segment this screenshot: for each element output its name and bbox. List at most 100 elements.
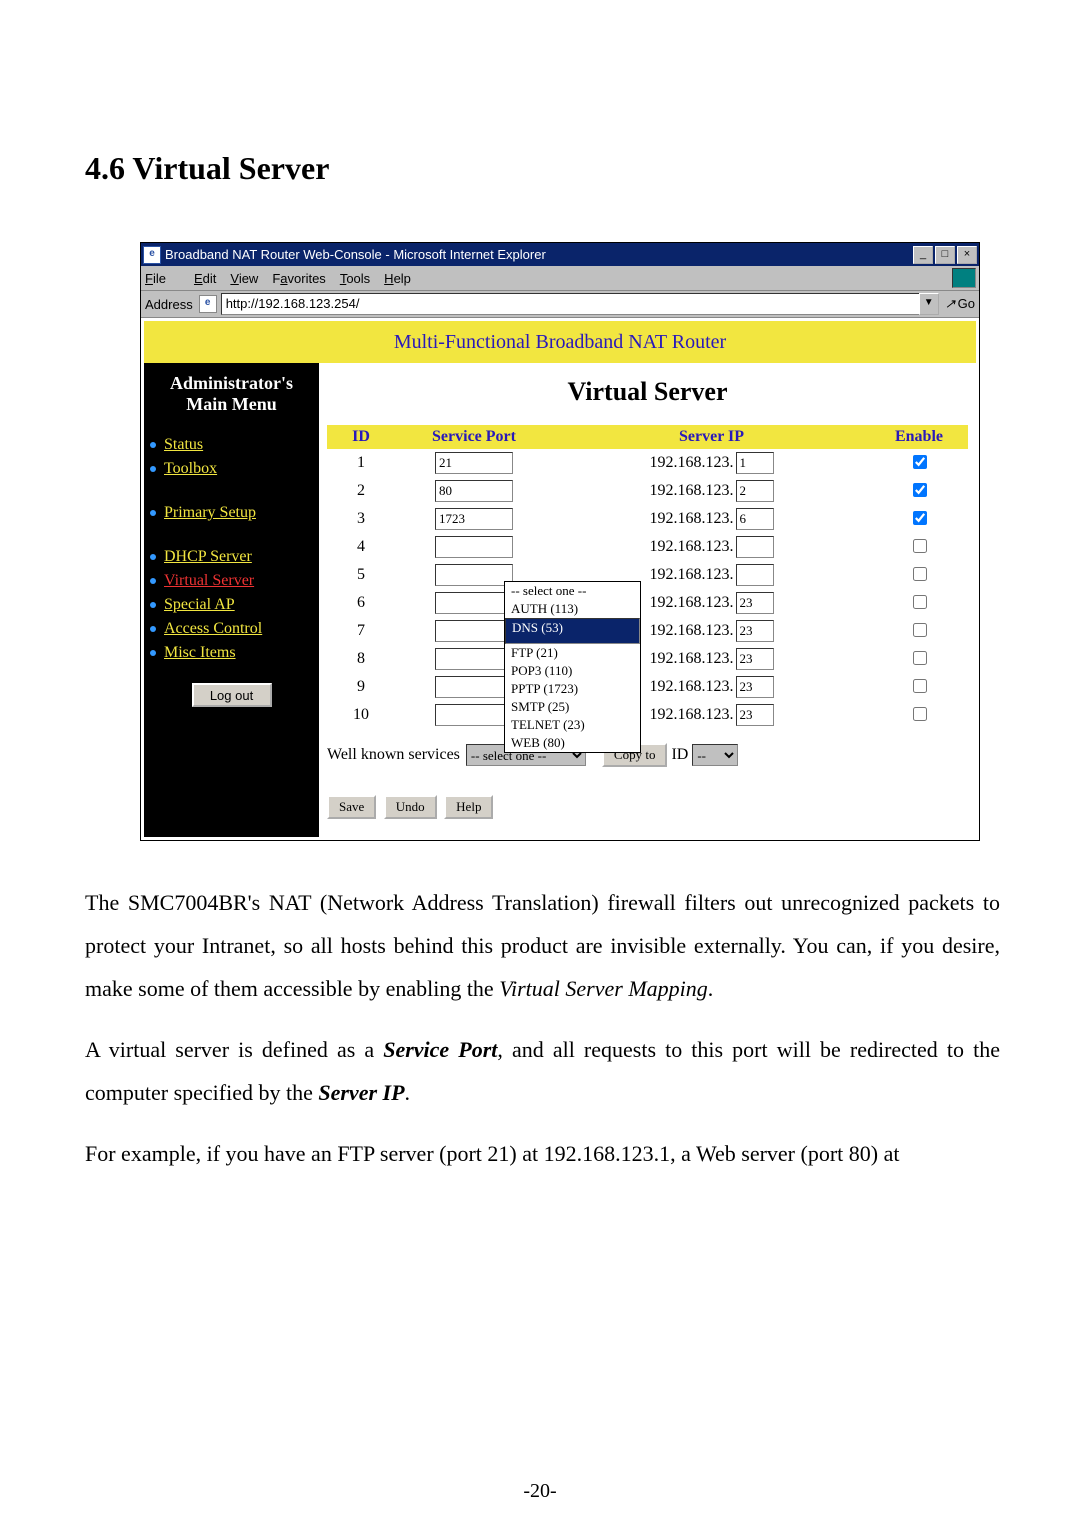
enable-checkbox[interactable] [913,511,927,525]
ip-prefix: 192.168.123. [650,538,734,556]
sidebar-item-access-control[interactable]: Access Control [150,617,319,641]
service-port-input[interactable] [435,564,513,586]
enable-checkbox[interactable] [913,595,927,609]
sidebar-item-misc[interactable]: Misc Items [150,641,319,665]
ip-prefix: 192.168.123. [650,454,734,472]
menu-help[interactable]: Help [384,271,411,286]
router-banner: Multi-Functional Broadband NAT Router [144,321,976,363]
server-ip-last-octet[interactable] [736,620,774,642]
address-dropdown-button[interactable]: ▼ [919,293,939,315]
page-number: -20- [0,1480,1080,1503]
ip-prefix: 192.168.123. [650,566,734,584]
server-ip-last-octet[interactable] [736,564,774,586]
enable-checkbox[interactable] [913,679,927,693]
address-input[interactable]: http://192.168.123.254/ [221,293,920,315]
table-row: 6192.168.123. [327,589,968,617]
page-icon: e [199,295,217,313]
sidebar-item-dhcp[interactable]: DHCP Server [150,545,319,569]
menu-edit[interactable]: Edit [194,271,216,286]
sidebar-item-status[interactable]: Status [150,433,319,457]
well-known-option[interactable]: SMTP (25) [505,698,640,716]
body-para-2: A virtual server is defined as a Service… [85,1028,1000,1114]
menu-favorites[interactable]: Favorites [272,271,325,286]
menu-tools[interactable]: Tools [340,271,370,286]
enable-checkbox[interactable] [913,539,927,553]
table-row: 2192.168.123. [327,477,968,505]
enable-checkbox[interactable] [913,455,927,469]
page-content: Multi-Functional Broadband NAT Router Ad… [141,318,979,840]
go-button[interactable]: Go [945,296,975,312]
ip-prefix: 192.168.123. [650,650,734,668]
well-known-option[interactable]: POP3 (110) [505,662,640,680]
close-button[interactable]: × [957,246,977,264]
service-port-input[interactable] [435,452,513,474]
table-row: 9192.168.123. [327,673,968,701]
cell-id: 10 [327,701,395,729]
undo-button[interactable]: Undo [384,795,437,819]
server-ip-last-octet[interactable] [736,676,774,698]
sidebar-item-primary-setup[interactable]: Primary Setup [150,501,319,525]
body-para-1: The SMC7004BR's NAT (Network Address Tra… [85,881,1000,1010]
copy-to-id-select[interactable]: -- [692,744,738,766]
menu-file[interactable]: File [145,271,180,286]
table-row: 8 192.168.123. [327,645,968,673]
service-port-input[interactable] [435,620,513,642]
menu-view[interactable]: View [230,271,258,286]
enable-checkbox[interactable] [913,707,927,721]
ip-prefix: 192.168.123. [650,594,734,612]
cell-id: 4 [327,533,395,561]
well-known-label: Well known services [327,746,460,764]
id-label: ID [671,746,688,764]
col-port: Service Port [395,425,553,449]
sidebar-item-toolbox[interactable]: Toolbox [150,457,319,481]
server-ip-last-octet[interactable] [736,536,774,558]
sidebar-item-special-ap[interactable]: Special AP [150,593,319,617]
service-port-input[interactable] [435,536,513,558]
well-known-option[interactable]: DNS (53) [505,618,640,644]
sidebar-item-virtual-server[interactable]: Virtual Server [150,569,319,593]
enable-checkbox[interactable] [913,567,927,581]
well-known-option[interactable]: TELNET (23) [505,716,640,734]
help-button[interactable]: Help [444,795,493,819]
logout-button[interactable]: Log out [192,683,272,707]
service-port-input[interactable] [435,648,513,670]
well-known-option[interactable]: WEB (80) [505,734,640,752]
well-known-services-list[interactable]: -- select one --AUTH (113)DNS (53)FTP (2… [504,581,641,753]
cell-id: 8 [327,645,395,673]
minimize-button[interactable]: _ [913,246,933,264]
page-title: Virtual Server [327,377,968,407]
enable-checkbox[interactable] [913,483,927,497]
menu-bar: File Edit View Favorites Tools Help [141,266,979,291]
service-port-input[interactable] [435,592,513,614]
well-known-option[interactable]: AUTH (113) [505,600,640,618]
server-ip-last-octet[interactable] [736,592,774,614]
service-port-input[interactable] [435,508,513,530]
service-port-input[interactable] [435,676,513,698]
server-ip-last-octet[interactable] [736,480,774,502]
server-ip-last-octet[interactable] [736,704,774,726]
sidebar-header: Administrator'sMain Menu [144,363,319,433]
service-port-input[interactable] [435,704,513,726]
table-row: 7192.168.123. [327,617,968,645]
enable-checkbox[interactable] [913,623,927,637]
well-known-option[interactable]: PPTP (1723) [505,680,640,698]
address-bar: Address e http://192.168.123.254/ ▼ Go [141,291,979,318]
ie-icon: e [143,246,161,264]
well-known-option[interactable]: FTP (21) [505,644,640,662]
table-row: 4 192.168.123. [327,533,968,561]
enable-checkbox[interactable] [913,651,927,665]
maximize-button[interactable]: □ [935,246,955,264]
server-ip-last-octet[interactable] [736,648,774,670]
ip-prefix: 192.168.123. [650,510,734,528]
server-ip-last-octet[interactable] [736,508,774,530]
well-known-option[interactable]: -- select one -- [505,582,640,600]
body-para-3: For example, if you have an FTP server (… [85,1132,1000,1175]
address-label: Address [145,297,193,312]
server-ip-last-octet[interactable] [736,452,774,474]
table-row: 3192.168.123. [327,505,968,533]
section-heading: 4.6 Virtual Server [85,150,1000,187]
service-port-input[interactable] [435,480,513,502]
cell-id: 2 [327,477,395,505]
save-button[interactable]: Save [327,795,376,819]
ip-prefix: 192.168.123. [650,678,734,696]
